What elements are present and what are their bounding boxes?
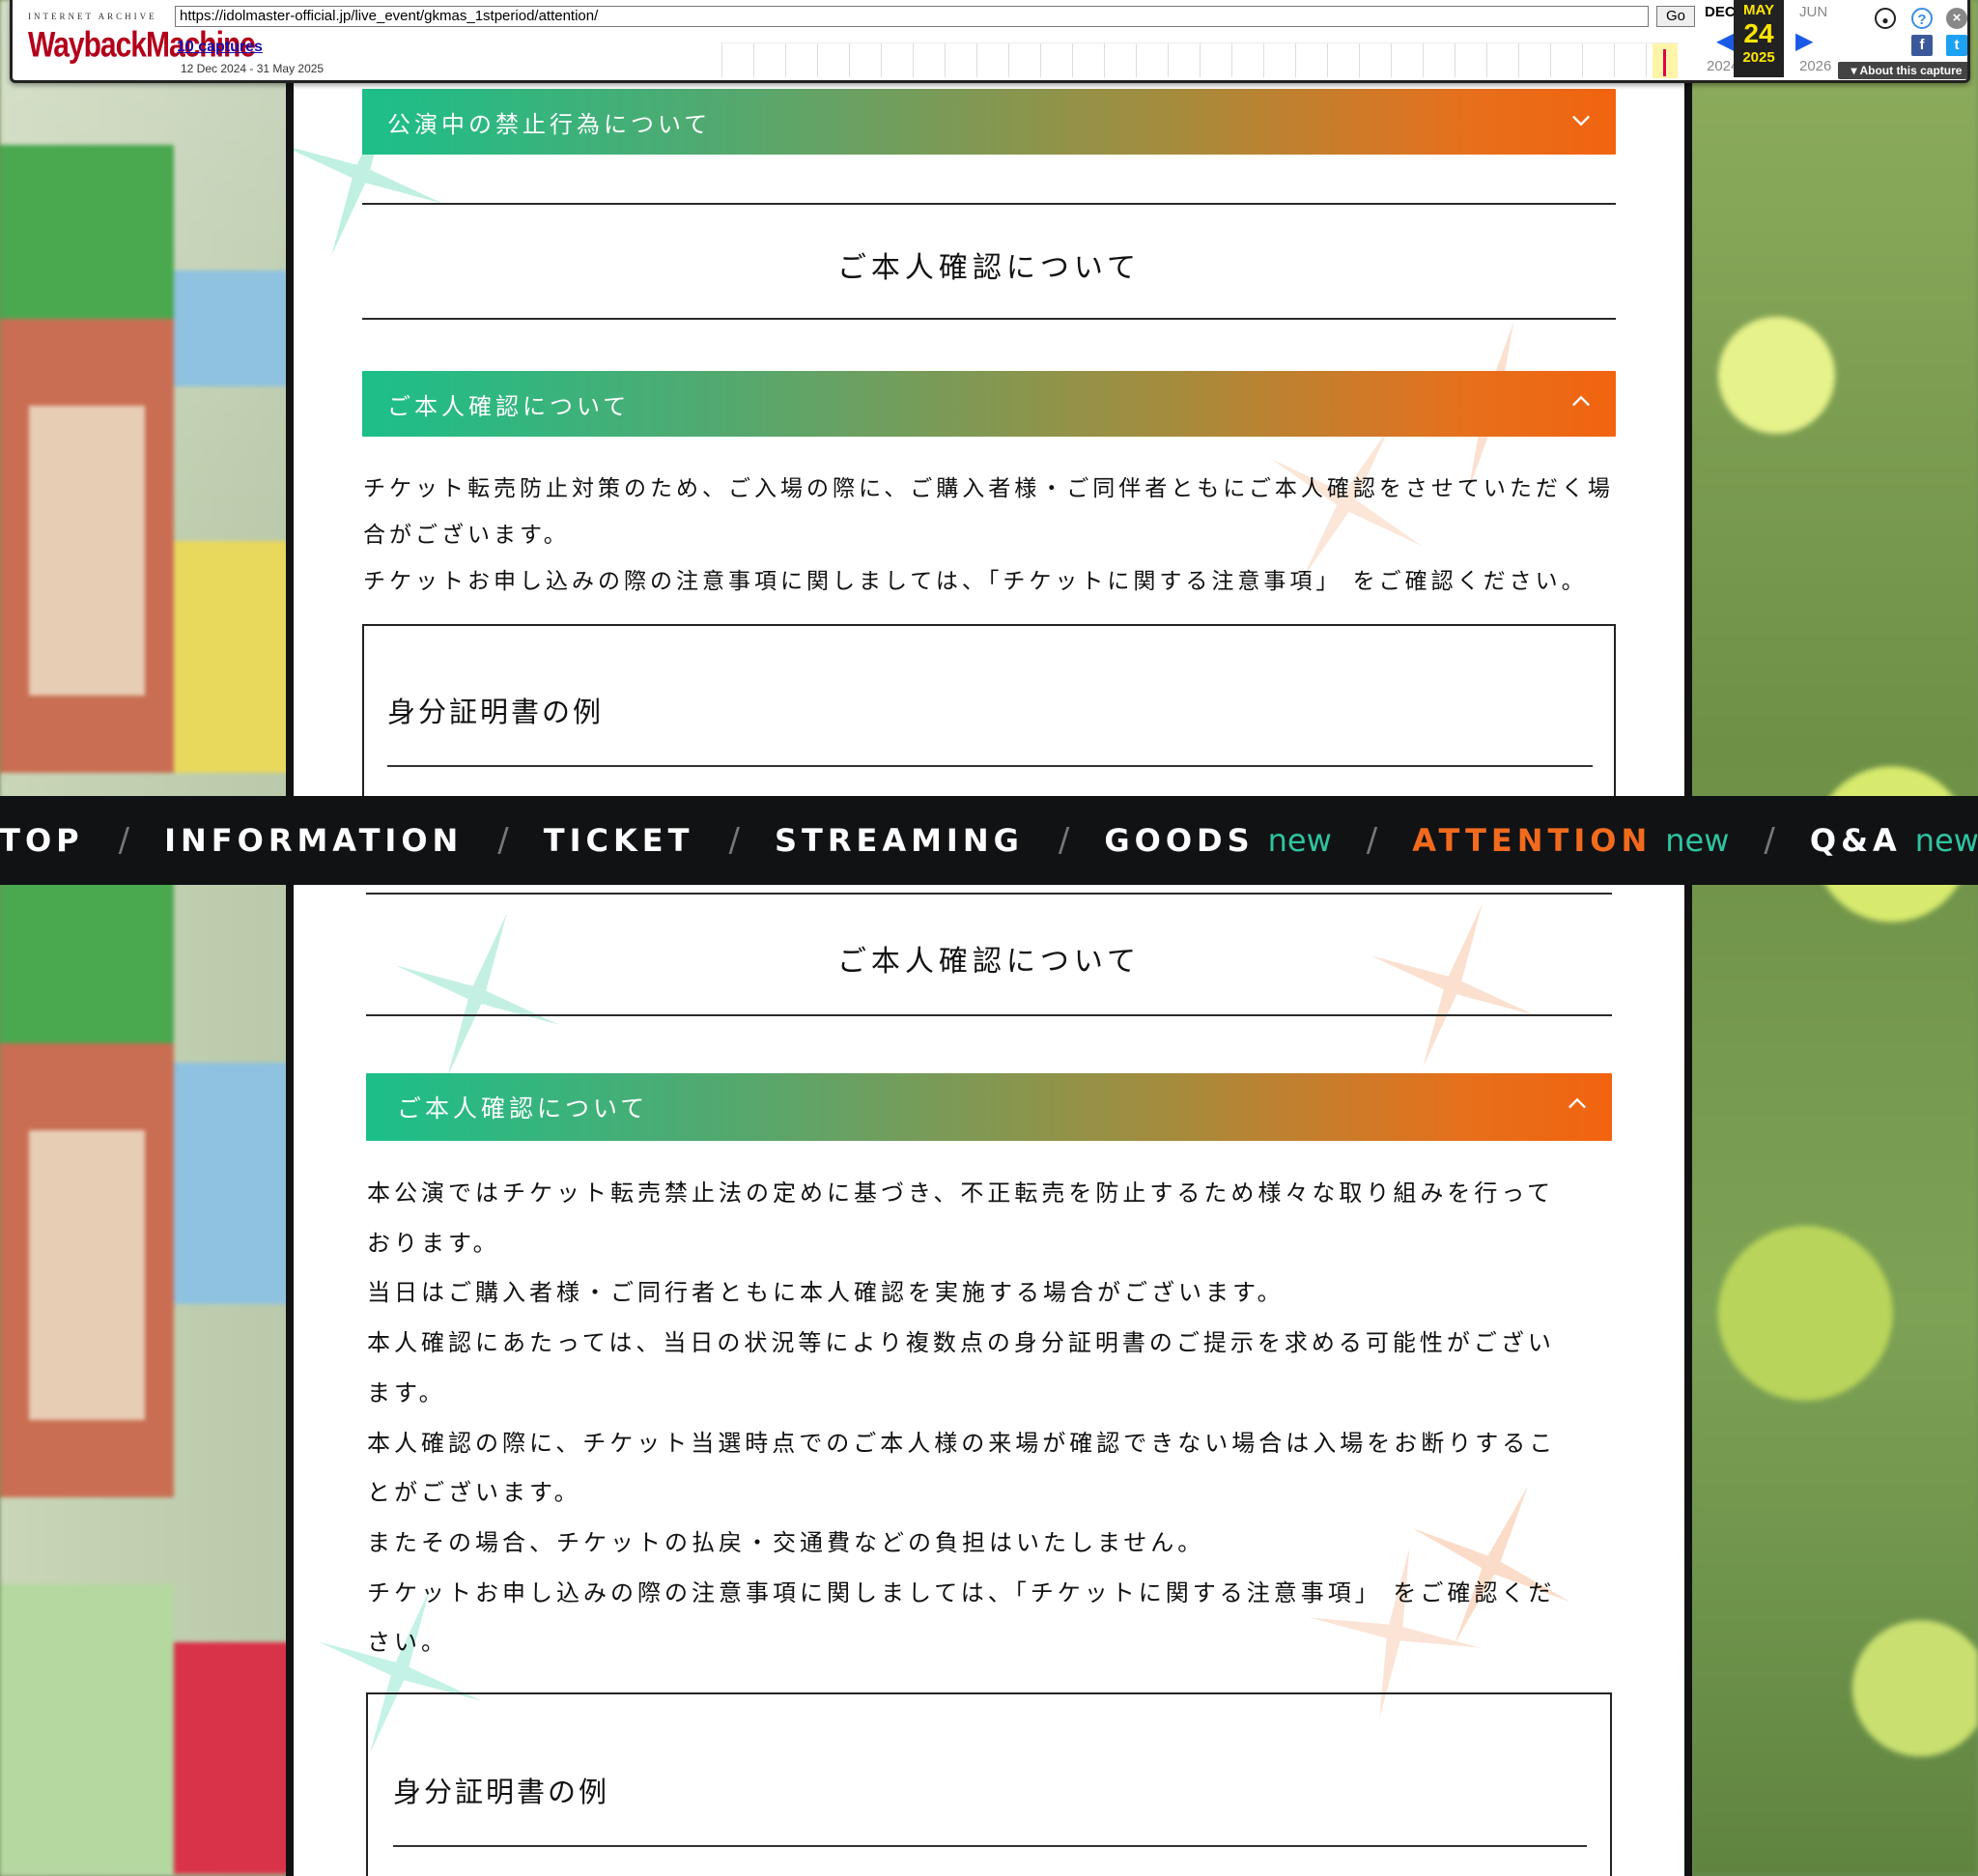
nav-information[interactable]: INFORMATION	[164, 822, 463, 859]
identity-notice-text: チケット転売防止対策のため、ご入場の際に、ご購入者様・ご同伴者ともにご本人確認を…	[363, 466, 1614, 605]
text-line: チケットお申し込みの際の注意事項に関しましては、「チケットに関する注意事項」 を…	[367, 1578, 1556, 1606]
go-button[interactable]: Go	[1656, 6, 1695, 27]
facebook-icon[interactable]: f	[1911, 35, 1933, 56]
current-capture-date: MAY 24 2025	[1734, 0, 1784, 77]
section-title: ご本人確認について	[836, 945, 1142, 979]
section-title: ご本人確認について	[836, 251, 1142, 285]
accordion-title: ご本人確認について	[397, 1094, 649, 1123]
text-line: 当日はご購入者様・ご同行者ともに本人確認を実施する場合がございます。	[367, 1279, 1285, 1307]
current-month: MAY	[1743, 2, 1774, 18]
divider	[362, 203, 1616, 205]
help-icon[interactable]: ?	[1911, 8, 1933, 29]
chevron-up-icon	[1572, 395, 1590, 407]
chevron-down-icon	[1572, 115, 1590, 127]
nav-separator: /	[1058, 821, 1070, 860]
wayback-toolbar: INTERNET ARCHIVE WaybackMachine https://…	[10, 0, 1970, 83]
text-line: チケット転売防止対策のため、ご入場の際に、ご購入者様・ご同伴者ともにご本人確認を…	[363, 476, 1614, 501]
text-line: ます。	[367, 1379, 446, 1407]
nav-separator: /	[1366, 821, 1378, 860]
text-line: さい。	[367, 1629, 448, 1657]
new-badge: new	[1914, 822, 1978, 859]
divider	[366, 893, 1612, 895]
text-line: チケットお申し込みの際の注意事項に関しましては、「チケットに関する注意事項」 を…	[363, 569, 1588, 594]
chevron-up-icon	[1568, 1097, 1586, 1109]
nav-separator: /	[1764, 821, 1775, 860]
nav-separator: /	[497, 821, 509, 860]
divider	[387, 765, 1593, 767]
capture-sparkline[interactable]	[721, 43, 1678, 78]
capture-tick	[1663, 49, 1666, 76]
wayback-url-input[interactable]: https://idolmaster-official.jp/live_even…	[175, 6, 1649, 27]
id-examples-box: 身分証明書の例	[366, 1692, 1612, 1876]
text-line: 本人確認の際に、チケット当選時点でのご本人様の来場が確認できない場合は入場をお断…	[367, 1429, 1557, 1457]
user-icon[interactable]: ●	[1875, 8, 1896, 29]
arrow-right-icon[interactable]: ▶	[1795, 27, 1813, 55]
new-badge: new	[1665, 822, 1730, 859]
divider	[366, 1014, 1612, 1016]
divider	[362, 318, 1616, 320]
text-line: 本人確認にあたっては、当日の状況等により複数点の身分証明書のご提示を求める可能性…	[367, 1329, 1555, 1357]
twitter-icon[interactable]: t	[1946, 35, 1967, 56]
id-examples-title: 身分証明書の例	[393, 1776, 610, 1808]
text-line: とがございます。	[367, 1479, 581, 1507]
capture-range: 12 Dec 2024 - 31 May 2025	[181, 62, 325, 75]
internet-archive-label: INTERNET ARCHIVE	[28, 12, 157, 21]
sparkle-decoration-icon	[1370, 903, 1535, 1067]
about-capture-button[interactable]: ▾ About this capture	[1838, 62, 1967, 79]
main-nav: TOP / INFORMATION / TICKET / STREAMING /…	[0, 796, 1978, 885]
close-icon[interactable]: ×	[1946, 8, 1967, 29]
accordion-prohibited-acts[interactable]: 公演中の禁止行為について	[362, 89, 1616, 155]
text-line: おります。	[367, 1229, 500, 1257]
accordion-identity-check[interactable]: ご本人確認について	[362, 371, 1616, 437]
next-month[interactable]: JUN	[1799, 4, 1827, 20]
divider	[393, 1845, 1587, 1847]
current-year: 2025	[1742, 49, 1775, 66]
text-line: 合がございます。	[363, 523, 570, 548]
sparkle-decoration-icon	[395, 913, 559, 1077]
content-panel: 公演中の禁止行為について ご本人確認について ご本人確認について チケット転売防…	[294, 0, 1684, 1876]
identity-policy-text: 本公演ではチケット転売禁止法の定めに基づき、不正転売を防止するため様々な取り組み…	[367, 1169, 1556, 1668]
accordion-title: ご本人確認について	[387, 392, 631, 420]
nav-goods[interactable]: GOODS new	[1104, 822, 1331, 859]
accordion-title: 公演中の禁止行為について	[387, 110, 712, 138]
text-line: またその場合、チケットの払戻・交通費などの負担はいたしません。	[367, 1528, 1205, 1556]
accordion-identity-check-expanded[interactable]: ご本人確認について	[366, 1073, 1612, 1141]
id-examples-title: 身分証明書の例	[387, 696, 605, 728]
background-left	[0, 0, 290, 1876]
nav-streaming[interactable]: STREAMING	[775, 822, 1024, 859]
id-examples-box: 身分証明書の例	[362, 624, 1616, 817]
nav-ticket[interactable]: TICKET	[544, 822, 694, 859]
captures-link[interactable]: 10 captures	[177, 39, 263, 56]
nav-top[interactable]: TOP	[0, 822, 84, 859]
arrow-left-icon[interactable]: ◀	[1716, 27, 1734, 55]
new-badge: new	[1267, 822, 1332, 859]
current-day: 24	[1743, 18, 1774, 48]
next-year: 2026	[1799, 58, 1832, 74]
prev-month[interactable]: DEC	[1705, 4, 1736, 20]
nav-attention[interactable]: ATTENTION new	[1412, 822, 1729, 859]
nav-separator: /	[728, 821, 740, 860]
nav-separator: /	[118, 821, 130, 860]
text-line: 本公演ではチケット転売禁止法の定めに基づき、不正転売を防止するため様々な取り組み…	[367, 1180, 1555, 1207]
background-right	[1690, 0, 1978, 1876]
nav-qa[interactable]: Q&A new	[1810, 822, 1978, 859]
